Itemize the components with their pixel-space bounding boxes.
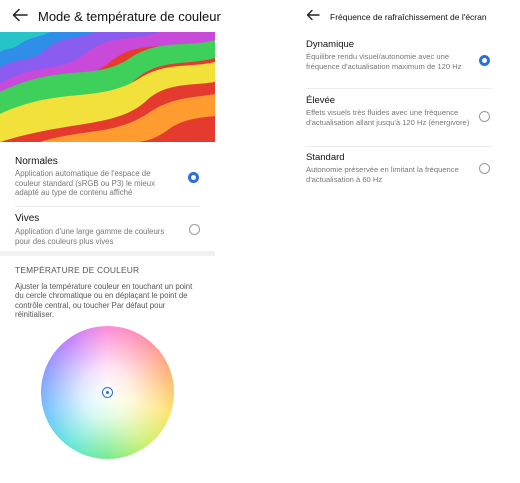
refresh-rate-screen: Fréquence de rafraîchissement de l'écran… — [298, 0, 500, 200]
control-point-icon[interactable] — [102, 387, 113, 398]
option-title: Normales — [15, 156, 58, 167]
back-arrow-icon[interactable] — [12, 8, 28, 22]
option-standard[interactable]: Standard Autonomie préservée en limitant… — [298, 148, 500, 190]
option-normales[interactable]: Normales Application automatique de l'es… — [0, 142, 215, 206]
radio-unselected-icon[interactable] — [479, 163, 490, 174]
option-description: Application d'une large gamme de couleur… — [15, 227, 165, 246]
page-title: Fréquence de rafraîchissement de l'écran — [330, 12, 487, 22]
page-title: Mode & température de couleur — [38, 9, 221, 24]
option-title: Vives — [15, 213, 40, 224]
color-mode-screen: Mode & température de couleur Normales A… — [0, 0, 221, 483]
option-description: Application automatique de l'espace de c… — [15, 169, 155, 198]
section-separator — [0, 251, 215, 256]
radio-unselected-icon[interactable] — [189, 224, 200, 235]
option-title: Élevée — [306, 95, 336, 106]
option-description: Autonomie préservée en limitant la fréqu… — [306, 165, 459, 184]
back-arrow-icon[interactable] — [306, 9, 320, 21]
section-title: TEMPÉRATURE DE COULEUR — [15, 265, 140, 275]
header: Mode & température de couleur — [0, 0, 221, 32]
option-title: Dynamique — [306, 39, 355, 50]
radio-unselected-icon[interactable] — [479, 111, 490, 122]
divider — [306, 146, 492, 147]
option-elevee[interactable]: Élevée Effets visuels très fluides avec … — [298, 90, 500, 144]
option-description: Effets visuels très fluides avec une fré… — [306, 108, 470, 127]
section-description: Ajuster la température couleur en toucha… — [15, 282, 193, 320]
color-wheel[interactable] — [41, 326, 174, 459]
option-dynamique[interactable]: Dynamique Équilibre rendu visuel/autonom… — [298, 36, 500, 86]
header: Fréquence de rafraîchissement de l'écran — [298, 0, 500, 32]
radio-selected-icon[interactable] — [188, 172, 199, 183]
divider — [306, 88, 492, 89]
color-banner-image — [0, 32, 215, 142]
option-title: Standard — [306, 152, 345, 163]
option-vives[interactable]: Vives Application d'une large gamme de c… — [0, 207, 215, 251]
radio-selected-icon[interactable] — [479, 55, 490, 66]
option-description: Équilibre rendu visuel/autonomie avec un… — [306, 52, 462, 71]
